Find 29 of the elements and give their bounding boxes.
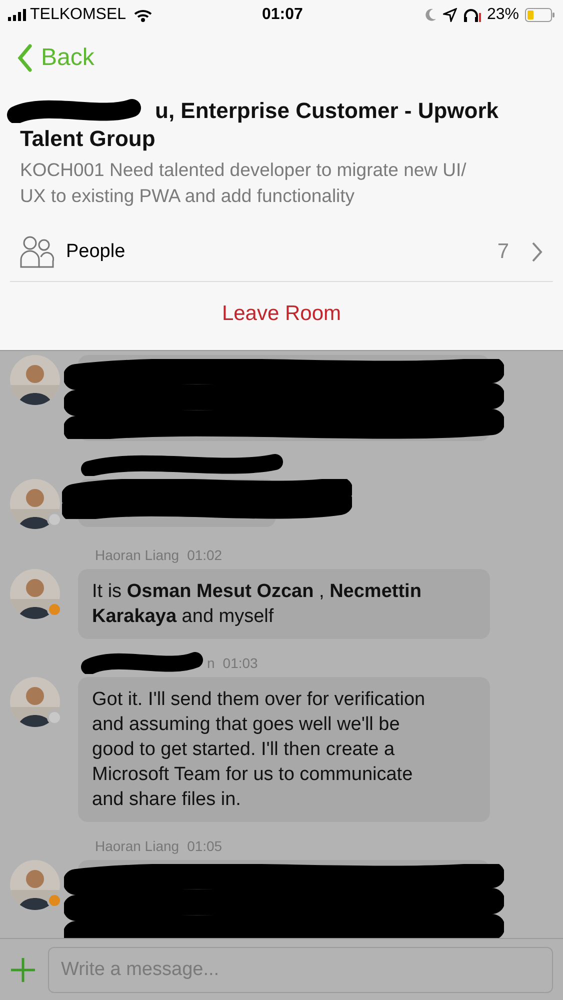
signal-icon: [8, 9, 26, 21]
people-label: People: [66, 240, 126, 264]
sender-name: Haoran Liang: [95, 836, 180, 856]
headphones-icon: [462, 8, 481, 22]
people-icon: [20, 236, 54, 268]
room-title: Talent Group: [20, 125, 156, 153]
battery-icon: [525, 8, 555, 22]
message-text: Got it. I'll send them over for verification and assuming that goes well we'll be good to get started. I'll then create a Microsoft Team for us to communicate and share files in.: [92, 688, 426, 812]
message-time: 01:02: [187, 546, 222, 564]
carrier-name: TELKOMSEL: [30, 5, 126, 25]
message-input-field[interactable]: Write a message...: [48, 946, 553, 992]
people-row[interactable]: People 7: [20, 227, 543, 277]
plus-icon: [10, 956, 36, 982]
location-arrow-icon: [442, 8, 457, 22]
sender-name: n: [207, 654, 215, 672]
chevron-left-icon: [17, 44, 33, 72]
message-time: 01:03: [222, 654, 258, 672]
chevron-right-icon: [531, 241, 543, 263]
clock-time: 01:07: [262, 5, 303, 25]
people-count: 7: [497, 239, 509, 266]
message-time: 01:05: [187, 836, 222, 856]
room-description: KOCH001 Need talented developer to migrate new UI/ UX to existing PWA and add functionality: [20, 158, 468, 208]
moon-icon: [422, 8, 437, 22]
sender-name: Haoran Liang: [95, 546, 180, 565]
battery-percent: 23%: [486, 5, 519, 25]
room-title: u, Enterprise Customer - Upwork: [155, 97, 499, 125]
wifi-icon: [134, 8, 152, 22]
message-text: It is Osman Mesut Ozcan , Necmettin Karakaya and myself: [92, 580, 422, 629]
leave-room-button[interactable]: Leave Room: [218, 296, 346, 332]
